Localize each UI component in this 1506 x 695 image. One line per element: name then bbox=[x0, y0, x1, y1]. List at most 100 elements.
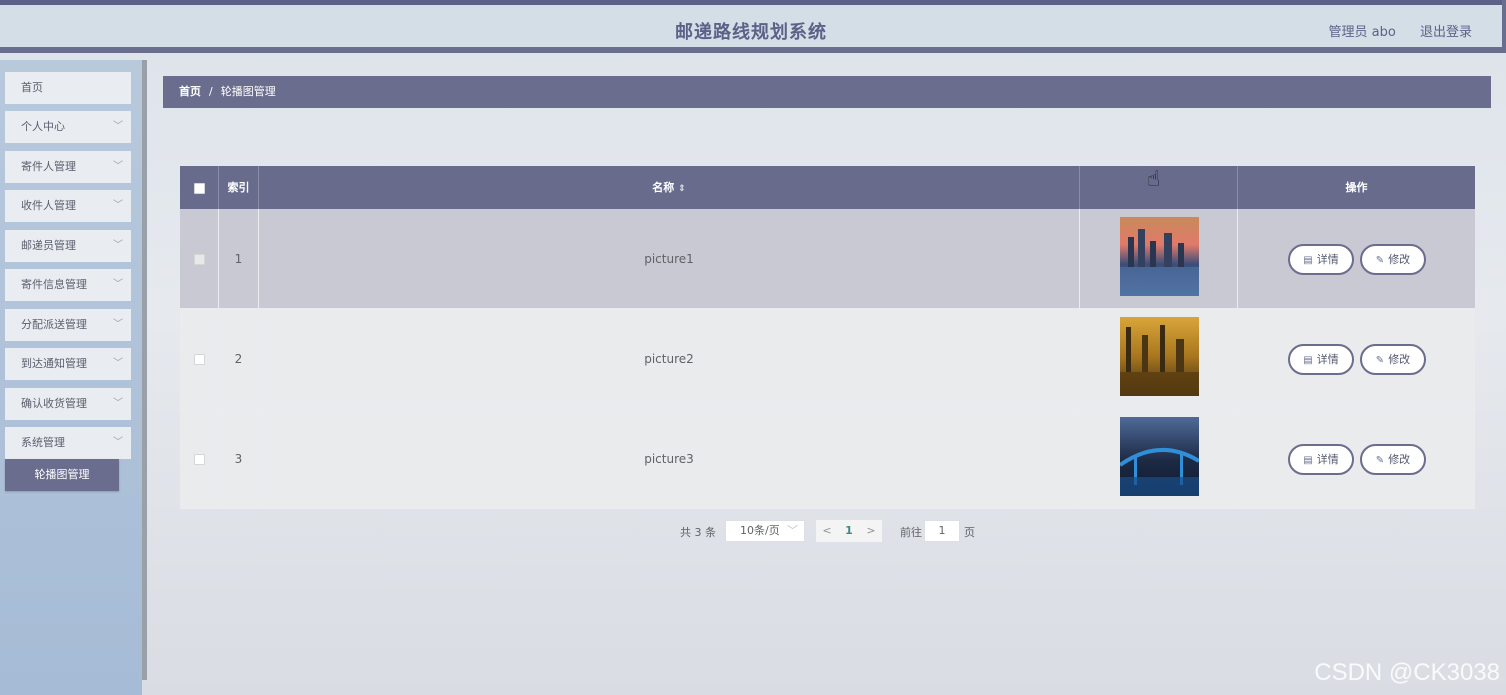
page-number-current[interactable]: 1 bbox=[838, 520, 860, 542]
column-header-name-label: 名称 bbox=[652, 181, 675, 194]
thumbnail-image[interactable] bbox=[1120, 417, 1199, 496]
sidebar-item-couriers[interactable]: 邮递员管理 ﹀ bbox=[5, 230, 131, 262]
chevron-down-icon: ﹀ bbox=[113, 121, 123, 132]
row-checkbox[interactable] bbox=[193, 354, 205, 365]
breadcrumb: 首页 / 轮播图管理 bbox=[163, 76, 1491, 108]
sidebar-item-dispatch[interactable]: 分配派送管理 ﹀ bbox=[5, 309, 131, 341]
header-user-area: 管理员 abo 退出登录 bbox=[1309, 21, 1472, 40]
sidebar-item-label: 系统管理 bbox=[21, 436, 65, 449]
column-header-index: 索引 bbox=[219, 166, 259, 209]
pencil-icon: ✎ bbox=[1375, 355, 1385, 366]
data-table: 索引 名称 ⇕ 操作 1 picture1 ▤ 详情 ✎ 修改 2 picture2 bbox=[180, 166, 1475, 509]
sidebar-item-shipments[interactable]: 寄件信息管理 ﹀ bbox=[5, 269, 131, 301]
select-all-checkbox[interactable] bbox=[193, 182, 205, 194]
sidebar-item-label: 个人中心 bbox=[21, 120, 65, 133]
next-page-button[interactable]: > bbox=[860, 520, 882, 542]
sidebar-item-arrival-notice[interactable]: 到达通知管理 ﹀ bbox=[5, 348, 131, 380]
app-header: 邮递路线规划系统 管理员 abo 退出登录 bbox=[0, 5, 1502, 53]
row-select-cell bbox=[180, 209, 219, 309]
chevron-down-icon: ﹀ bbox=[113, 319, 123, 330]
edit-button-label: 修改 bbox=[1388, 353, 1411, 366]
row-name: picture1 bbox=[259, 209, 1080, 309]
row-image-cell bbox=[1080, 409, 1238, 509]
prev-page-button[interactable]: < bbox=[816, 520, 838, 542]
sidebar-item-label: 到达通知管理 bbox=[21, 357, 87, 370]
breadcrumb-current: 轮播图管理 bbox=[220, 85, 276, 98]
row-index: 2 bbox=[219, 309, 259, 409]
edit-button[interactable]: ✎ 修改 bbox=[1360, 444, 1426, 475]
sidebar-item-receipt-confirm[interactable]: 确认收货管理 ﹀ bbox=[5, 388, 131, 420]
detail-button[interactable]: ▤ 详情 bbox=[1288, 344, 1354, 375]
sidebar-item-label: 首页 bbox=[21, 81, 43, 94]
row-actions-cell: ▤ 详情 ✎ 修改 bbox=[1238, 209, 1475, 309]
user-label[interactable]: 管理员 abo bbox=[1329, 25, 1396, 40]
row-image-cell bbox=[1080, 309, 1238, 409]
column-header-name[interactable]: 名称 ⇕ bbox=[259, 166, 1080, 209]
thumbnail-image[interactable] bbox=[1120, 217, 1199, 296]
logout-link[interactable]: 退出登录 bbox=[1420, 25, 1472, 40]
sidebar-item-label: 收件人管理 bbox=[21, 199, 76, 212]
document-icon: ▤ bbox=[1303, 455, 1313, 466]
sidebar-item-recipients[interactable]: 收件人管理 ﹀ bbox=[5, 190, 131, 222]
edit-button-label: 修改 bbox=[1388, 253, 1411, 266]
document-icon: ▤ bbox=[1303, 255, 1313, 266]
sidebar-item-senders[interactable]: 寄件人管理 ﹀ bbox=[5, 151, 131, 183]
header-edge bbox=[1502, 0, 1506, 53]
sidebar-subitem-carousel[interactable]: 轮播图管理 bbox=[5, 459, 119, 491]
goto-page-input[interactable]: 1 bbox=[924, 520, 960, 542]
row-index: 1 bbox=[219, 209, 259, 309]
goto-suffix: 页 bbox=[964, 526, 975, 539]
detail-button-label: 详情 bbox=[1316, 453, 1339, 466]
sidebar-scrollbar[interactable] bbox=[142, 60, 147, 680]
sidebar-item-label: 寄件人管理 bbox=[21, 160, 76, 173]
page-size-value: 10条/页 bbox=[740, 524, 780, 537]
edit-button[interactable]: ✎ 修改 bbox=[1360, 244, 1426, 275]
pencil-icon: ✎ bbox=[1375, 455, 1385, 466]
thumbnail-image[interactable] bbox=[1120, 317, 1199, 396]
row-checkbox[interactable] bbox=[193, 454, 205, 465]
row-select-cell bbox=[180, 309, 219, 409]
watermark: CSDN @CK3038 bbox=[1314, 659, 1500, 686]
sidebar-item-label: 分配派送管理 bbox=[21, 318, 87, 331]
chevron-down-icon: ﹀ bbox=[113, 358, 123, 369]
column-header-actions: 操作 bbox=[1345, 181, 1368, 194]
table-row: 1 picture1 ▤ 详情 ✎ 修改 bbox=[180, 209, 1475, 309]
chevron-down-icon: ﹀ bbox=[113, 200, 123, 211]
document-icon: ▤ bbox=[1303, 355, 1313, 366]
sidebar-item-home[interactable]: 首页 bbox=[5, 72, 131, 104]
row-select-cell bbox=[180, 409, 219, 509]
row-index: 3 bbox=[219, 409, 259, 509]
detail-button[interactable]: ▤ 详情 bbox=[1288, 444, 1354, 475]
breadcrumb-home[interactable]: 首页 bbox=[179, 85, 201, 98]
sidebar-item-label: 确认收货管理 bbox=[21, 397, 87, 410]
chevron-down-icon: ﹀ bbox=[113, 161, 123, 172]
edit-button-label: 修改 bbox=[1388, 453, 1411, 466]
chevron-down-icon: ﹀ bbox=[113, 279, 123, 290]
row-checkbox[interactable] bbox=[193, 254, 205, 265]
row-image-cell bbox=[1080, 209, 1238, 309]
sort-icon[interactable]: ⇕ bbox=[678, 184, 686, 194]
chevron-down-icon: ﹀ bbox=[113, 240, 123, 251]
pagination-total: 共 3 条 bbox=[680, 526, 716, 539]
table-row: 3 picture3 ▤ 详情 ✎ 修改 bbox=[180, 409, 1475, 509]
sidebar-item-profile[interactable]: 个人中心 ﹀ bbox=[5, 111, 131, 143]
sidebar-item-label: 邮递员管理 bbox=[21, 239, 76, 252]
sidebar-item-label: 寄件信息管理 bbox=[21, 278, 87, 291]
chevron-down-icon: ﹀ bbox=[113, 398, 123, 409]
row-name: picture3 bbox=[259, 409, 1080, 509]
breadcrumb-separator: / bbox=[209, 85, 213, 98]
app-title: 邮递路线规划系统 bbox=[675, 22, 827, 43]
edit-button[interactable]: ✎ 修改 bbox=[1360, 344, 1426, 375]
chevron-down-icon: ﹀ bbox=[787, 524, 798, 537]
detail-button-label: 详情 bbox=[1316, 353, 1339, 366]
pencil-icon: ✎ bbox=[1375, 255, 1385, 266]
sidebar-item-system[interactable]: 系统管理 ﹀ bbox=[5, 427, 131, 459]
row-actions-cell: ▤ 详情 ✎ 修改 bbox=[1238, 409, 1475, 509]
page-size-select[interactable]: 10条/页 ﹀ bbox=[725, 520, 805, 542]
hand-cursor-icon: ☝ bbox=[1147, 167, 1161, 192]
row-actions-cell: ▤ 详情 ✎ 修改 bbox=[1238, 309, 1475, 409]
row-name: picture2 bbox=[259, 309, 1080, 409]
goto-label: 前往 bbox=[900, 526, 922, 539]
pagination: 共 3 条 10条/页 ﹀ < 1 > 前往 1 页 bbox=[0, 520, 1506, 542]
detail-button[interactable]: ▤ 详情 bbox=[1288, 244, 1354, 275]
